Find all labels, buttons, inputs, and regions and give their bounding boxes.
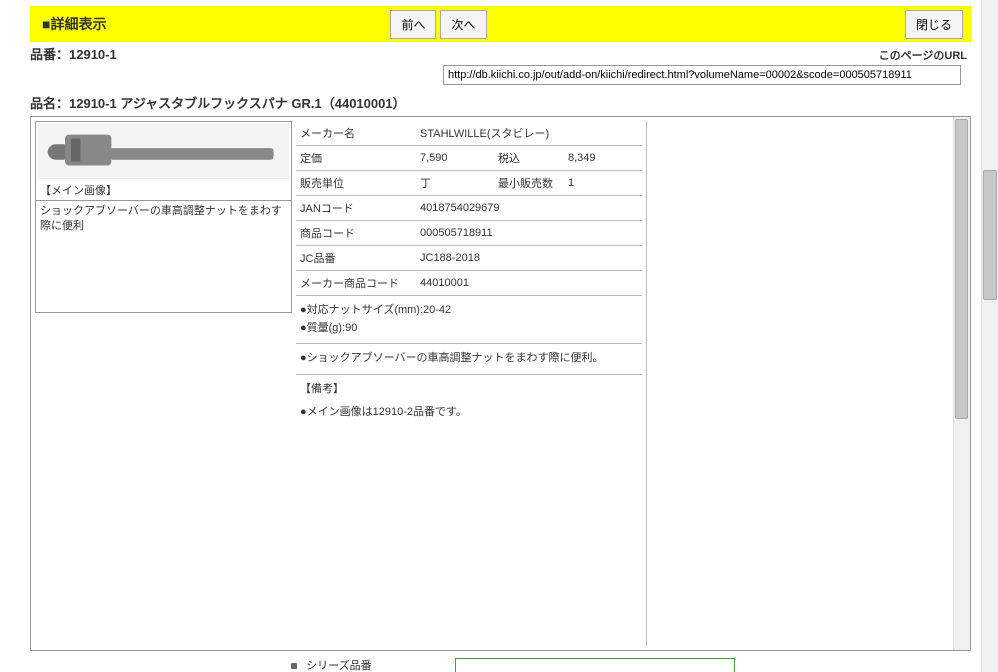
table-row: 定価 7,590 税込 8,349 (296, 146, 642, 171)
spec-value: 7,590 (416, 146, 494, 171)
spec-label: 販売単位 (296, 171, 416, 196)
inner-scrollbar[interactable] (953, 117, 970, 650)
main-area: ■詳細表示 前へ 次へ 閉じる 品番：12910-1 このページのURL 品名：… (0, 0, 981, 672)
bullet-text: ●質量(g):90 (300, 320, 638, 338)
page-scrollbar[interactable] (981, 0, 998, 672)
product-image-box: 【メイン画像】 (35, 121, 292, 201)
right-column (646, 121, 949, 646)
bullet-icon (291, 663, 297, 669)
series-row: シリーズ品番 (30, 657, 971, 672)
table-row: 販売単位 丁 最小販売数 1 (296, 171, 642, 196)
item-name: 12910-1 アジャスタブルフックスパナ GR.1（44010001） (69, 96, 406, 111)
page-scrollbar-thumb[interactable] (983, 170, 997, 300)
left-column: 【メイン画像】 ショックアブソーバーの車高調整ナットをまわす際に便利 (31, 117, 296, 650)
spec-label: メーカー商品コード (296, 271, 416, 296)
spec-label: JANコード (296, 196, 416, 221)
item-code-value: 12910-1 (69, 47, 117, 62)
series-label: シリーズ品番 (306, 660, 371, 672)
spec-value: 4018754029679 (416, 196, 642, 221)
inner-scrollbar-thumb[interactable] (955, 119, 968, 419)
remarks-block: 【備考】 ●メイン画像は12910-2品番です。 (296, 375, 642, 428)
prev-button[interactable]: 前へ (390, 10, 436, 39)
notes-block-1: ●対応ナットサイズ(mm):20-42 ●質量(g):90 (296, 296, 642, 344)
table-row: JC品番JC188-2018 (296, 246, 642, 271)
image-caption: 【メイン画像】 (38, 179, 289, 198)
content-frame: 【メイン画像】 ショックアブソーバーの車高調整ナットをまわす際に便利 メーカー名… (30, 116, 971, 651)
table-row: 商品コード000505718911 (296, 221, 642, 246)
spec-table: メーカー名STAHLWILLE(スタビレー) 定価 7,590 税込 8,349… (296, 121, 642, 296)
product-image (38, 124, 289, 179)
spec-value: 000505718911 (416, 221, 642, 246)
table-row: メーカー商品コード44010001 (296, 271, 642, 296)
next-button[interactable]: 次へ (440, 10, 486, 39)
item-code-label: 品番：12910-1 (30, 44, 117, 63)
spec-column: メーカー名STAHLWILLE(スタビレー) 定価 7,590 税込 8,349… (296, 117, 646, 650)
item-name-row: 品名：12910-1 アジャスタブルフックスパナ GR.1（44010001） (30, 93, 971, 112)
spec-label: 定価 (296, 146, 416, 171)
spec-value: JC188-2018 (416, 246, 642, 271)
short-desc-box: ショックアブソーバーの車高調整ナットをまわす際に便利 (35, 201, 292, 313)
spec-value: 1 (564, 171, 642, 196)
table-row: メーカー名STAHLWILLE(スタビレー) (296, 121, 642, 146)
close-button[interactable]: 閉じる (905, 10, 963, 39)
spec-label: 税込 (494, 146, 564, 171)
bullet-text: ●ショックアブソーバーの車高調整ナットをまわす際に便利。 (300, 350, 638, 368)
page-url-label: このページのURL (879, 47, 971, 63)
spec-label: 最小販売数 (494, 171, 564, 196)
page-title: ■詳細表示 (42, 14, 106, 34)
spec-label: 商品コード (296, 221, 416, 246)
spec-label: メーカー名 (296, 121, 416, 146)
page-url-input[interactable] (443, 65, 961, 85)
bullet-text: ●対応ナットサイズ(mm):20-42 (300, 302, 638, 320)
notes-block-2: ●ショックアブソーバーの車高調整ナットをまわす際に便利。 (296, 344, 642, 375)
spec-value: 8,349 (564, 146, 642, 171)
spec-value: 丁 (416, 171, 494, 196)
bullet-text: ●メイン画像は12910-2品番です。 (300, 404, 638, 422)
spec-label: JC品番 (296, 246, 416, 271)
spec-value: 44010001 (416, 271, 642, 296)
remarks-label: 【備考】 (300, 381, 638, 399)
spec-value: STAHLWILLE(スタビレー) (416, 121, 642, 146)
table-row: JANコード4018754029679 (296, 196, 642, 221)
series-box (455, 658, 735, 672)
header-bar: ■詳細表示 前へ 次へ 閉じる (30, 6, 971, 42)
